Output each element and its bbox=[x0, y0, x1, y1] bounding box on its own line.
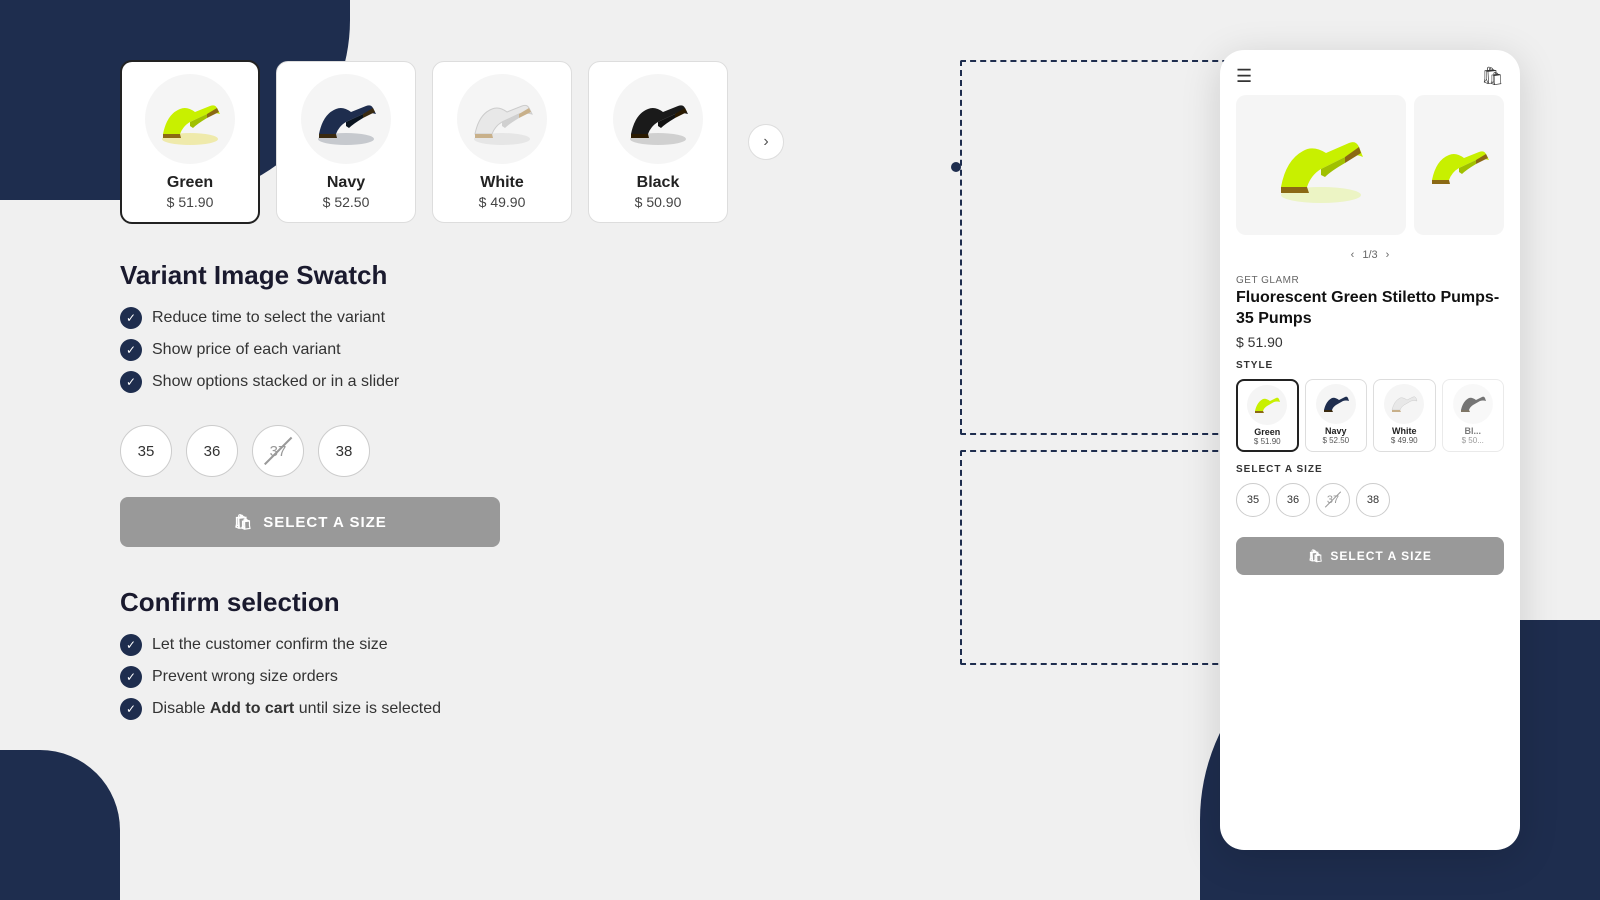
check-icon-4: ✓ bbox=[120, 634, 142, 656]
mobile-select-size-button[interactable]: 🛍 SELECT A SIZE bbox=[1236, 537, 1504, 575]
select-size-label: SELECT A SIZE bbox=[263, 514, 387, 531]
feature2-item-1: ✓ Let the customer confirm the size bbox=[120, 634, 1120, 656]
left-panel: Green $ 51.90 Navy $ 52.50 bbox=[0, 0, 1180, 900]
swatch-row: Green $ 51.90 Navy $ 52.50 bbox=[120, 60, 1120, 224]
hamburger-icon[interactable]: ☰ bbox=[1236, 66, 1252, 87]
mobile-swatch-navy-img bbox=[1316, 384, 1356, 424]
swatch-green-label: Green bbox=[167, 174, 213, 192]
feature1-item-3-text: Show options stacked or in a slider bbox=[152, 373, 399, 391]
mobile-swatch-black-name: Bl... bbox=[1465, 426, 1482, 436]
swatch-black-label: Black bbox=[637, 174, 680, 192]
swatch-green-image bbox=[145, 74, 235, 164]
swatch-white[interactable]: White $ 49.90 bbox=[432, 61, 572, 223]
swatch-green-price: $ 51.90 bbox=[167, 194, 214, 210]
swatch-white-label: White bbox=[480, 174, 524, 192]
size-btn-37[interactable]: 37 bbox=[252, 425, 304, 477]
mobile-swatch-white-img bbox=[1384, 384, 1424, 424]
mobile-size-btn-36[interactable]: 36 bbox=[1276, 483, 1310, 517]
mobile-swatch-black-img bbox=[1453, 384, 1493, 424]
pagination-text: 1/3 bbox=[1362, 249, 1377, 261]
mobile-swatch-white-price: $ 49.90 bbox=[1391, 436, 1418, 445]
feature1-item-3: ✓ Show options stacked or in a slider bbox=[120, 371, 1120, 393]
swatch-navy-image bbox=[301, 74, 391, 164]
mobile-select-size-label: SELECT A SIZE bbox=[1330, 549, 1431, 563]
feature2-item-2-text: Prevent wrong size orders bbox=[152, 668, 338, 686]
right-panel: ☰ 🛍 bbox=[1180, 0, 1600, 900]
mobile-swatch-navy-name: Navy bbox=[1325, 426, 1347, 436]
feature2-item-3: ✓ Disable Add to cart until size is sele… bbox=[120, 698, 1120, 720]
check-icon-3: ✓ bbox=[120, 371, 142, 393]
check-icon-6: ✓ bbox=[120, 698, 142, 720]
chevron-right-icon: › bbox=[763, 133, 768, 151]
mobile-swatch-navy-price: $ 52.50 bbox=[1322, 436, 1349, 445]
swatch-black[interactable]: Black $ 50.90 bbox=[588, 61, 728, 223]
size-btn-36[interactable]: 36 bbox=[186, 425, 238, 477]
mobile-bag-icon: 🛍 bbox=[1308, 549, 1324, 563]
feature1-item-2: ✓ Show price of each variant bbox=[120, 339, 1120, 361]
image-pagination: ‹ 1/3 › bbox=[1220, 243, 1520, 267]
swatch-white-image bbox=[457, 74, 547, 164]
check-icon-1: ✓ bbox=[120, 307, 142, 329]
feature1-list: ✓ Reduce time to select the variant ✓ Sh… bbox=[120, 307, 1120, 393]
mobile-style-label: STYLE bbox=[1236, 360, 1504, 371]
check-icon-5: ✓ bbox=[120, 666, 142, 688]
next-image-arrow[interactable]: › bbox=[1386, 249, 1390, 261]
mobile-swatch-white-name: White bbox=[1392, 426, 1417, 436]
mobile-product-image-main bbox=[1236, 95, 1406, 235]
size-btn-35[interactable]: 35 bbox=[120, 425, 172, 477]
feature-confirm-selection: Confirm selection ✓ Let the customer con… bbox=[120, 587, 1120, 720]
mobile-frame: ☰ 🛍 bbox=[1220, 50, 1520, 850]
mobile-product-image-secondary bbox=[1414, 95, 1504, 235]
check-icon-2: ✓ bbox=[120, 339, 142, 361]
selection-dot-1 bbox=[951, 162, 961, 172]
feature2-item-1-text: Let the customer confirm the size bbox=[152, 636, 388, 654]
swatch-white-price: $ 49.90 bbox=[479, 194, 526, 210]
mobile-swatch-black-price: $ 50... bbox=[1462, 436, 1484, 445]
feature2-title: Confirm selection bbox=[120, 587, 1120, 618]
mobile-product-info: GET GLAMR Fluorescent Green Stiletto Pum… bbox=[1220, 267, 1520, 537]
select-size-button[interactable]: 🛍 SELECT A SIZE bbox=[120, 497, 500, 547]
mobile-swatch-green-name: Green bbox=[1254, 427, 1280, 437]
mobile-swatch-green-img bbox=[1247, 385, 1287, 425]
mobile-product-name: Fluorescent Green Stiletto Pumps- 35 Pum… bbox=[1236, 288, 1504, 330]
swatch-black-image bbox=[613, 74, 703, 164]
mobile-size-row: 35 36 37 38 bbox=[1236, 483, 1504, 517]
mobile-size-btn-35[interactable]: 35 bbox=[1236, 483, 1270, 517]
size-selector-row: 35 36 37 38 bbox=[120, 425, 1120, 477]
mobile-product-price: $ 51.90 bbox=[1236, 334, 1504, 350]
mobile-swatch-black[interactable]: Bl... $ 50... bbox=[1442, 379, 1504, 452]
cart-icon[interactable]: 🛍 bbox=[1481, 66, 1504, 87]
feature1-item-1: ✓ Reduce time to select the variant bbox=[120, 307, 1120, 329]
feature-variant-swatch: Variant Image Swatch ✓ Reduce time to se… bbox=[120, 260, 1120, 393]
swatch-navy[interactable]: Navy $ 52.50 bbox=[276, 61, 416, 223]
feature1-title: Variant Image Swatch bbox=[120, 260, 1120, 291]
feature1-item-1-text: Reduce time to select the variant bbox=[152, 309, 385, 327]
swatch-black-price: $ 50.90 bbox=[635, 194, 682, 210]
mobile-size-label: SELECT A SIZE bbox=[1236, 464, 1504, 475]
feature1-item-2-text: Show price of each variant bbox=[152, 341, 341, 359]
mobile-size-btn-37[interactable]: 37 bbox=[1316, 483, 1350, 517]
bag-icon: 🛍 bbox=[233, 513, 253, 531]
mobile-size-btn-38[interactable]: 38 bbox=[1356, 483, 1390, 517]
mobile-header: ☰ 🛍 bbox=[1220, 50, 1520, 95]
mobile-swatch-green-price: $ 51.90 bbox=[1254, 437, 1281, 446]
mobile-brand: GET GLAMR bbox=[1236, 275, 1504, 286]
mobile-swatch-navy[interactable]: Navy $ 52.50 bbox=[1305, 379, 1367, 452]
feature2-list: ✓ Let the customer confirm the size ✓ Pr… bbox=[120, 634, 1120, 720]
swatch-navy-label: Navy bbox=[327, 174, 365, 192]
mobile-swatch-row: Green $ 51.90 Navy $ 52.50 bbox=[1236, 379, 1504, 452]
mobile-swatch-white[interactable]: White $ 49.90 bbox=[1373, 379, 1435, 452]
size-btn-38[interactable]: 38 bbox=[318, 425, 370, 477]
swatch-next-button[interactable]: › bbox=[748, 124, 784, 160]
swatch-green[interactable]: Green $ 51.90 bbox=[120, 60, 260, 224]
swatch-navy-price: $ 52.50 bbox=[323, 194, 370, 210]
mobile-swatch-green[interactable]: Green $ 51.90 bbox=[1236, 379, 1299, 452]
feature2-item-3-text: Disable Add to cart until size is select… bbox=[152, 700, 441, 718]
feature2-item-2: ✓ Prevent wrong size orders bbox=[120, 666, 1120, 688]
mobile-product-images bbox=[1220, 95, 1520, 235]
prev-image-arrow[interactable]: ‹ bbox=[1351, 249, 1355, 261]
